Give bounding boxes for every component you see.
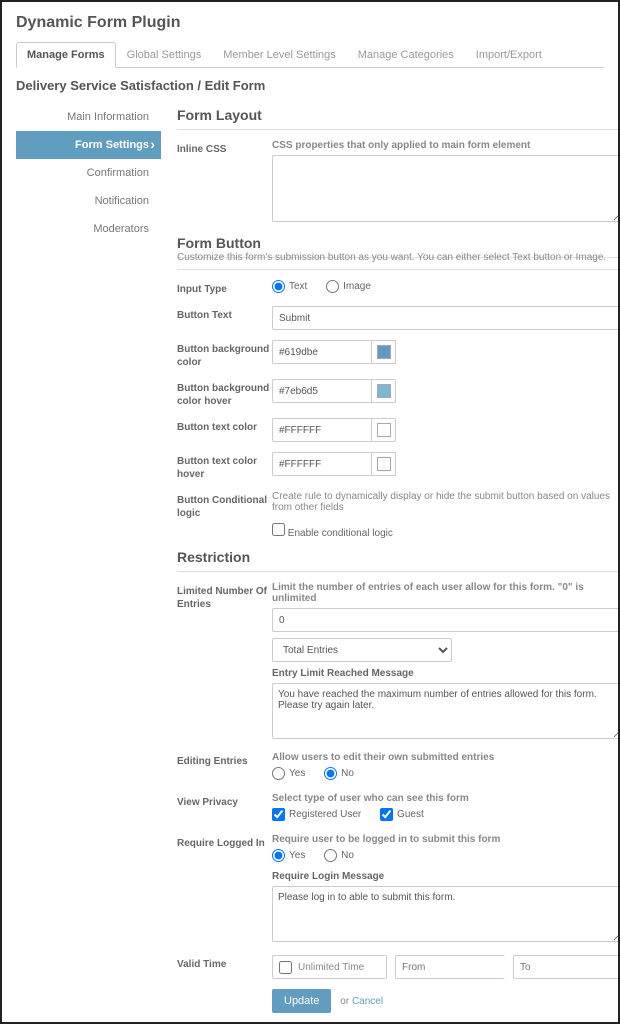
privacy-registered-checkbox[interactable]	[272, 808, 285, 821]
text-color-swatch[interactable]	[372, 418, 396, 442]
text-hover-swatch[interactable]	[372, 452, 396, 476]
bg-hover-swatch[interactable]	[372, 379, 396, 403]
privacy-registered-option[interactable]: Registered User	[272, 808, 361, 821]
input-type-text-option[interactable]: Text	[272, 280, 307, 293]
require-login-yes-label: Yes	[289, 850, 305, 861]
input-type-text-radio[interactable]	[272, 280, 285, 293]
editing-no-radio[interactable]	[324, 767, 337, 780]
bg-color-swatch[interactable]	[372, 340, 396, 364]
bg-hover-input[interactable]	[272, 379, 372, 403]
text-hover-input[interactable]	[272, 452, 372, 476]
inline-css-hint: CSS properties that only applied to main…	[272, 140, 620, 151]
sidebar-item-confirmation[interactable]: Confirmation	[16, 159, 161, 187]
privacy-guest-label: Guest	[397, 809, 424, 820]
tab-import-export[interactable]: Import/Export	[465, 42, 553, 68]
section-form-button-subtitle: Customize this form's submission button …	[177, 252, 620, 270]
sidebar-item-form-settings[interactable]: Form Settings	[16, 131, 161, 159]
input-type-image-option[interactable]: Image	[326, 280, 371, 293]
tab-manage-forms[interactable]: Manage Forms	[16, 42, 116, 68]
section-restriction-title: Restriction	[177, 549, 620, 572]
unlimited-time-label: Unlimited Time	[298, 962, 364, 973]
conditional-hint: Create rule to dynamically display or hi…	[272, 491, 620, 513]
sidebar-item-moderators[interactable]: Moderators	[16, 215, 161, 243]
inline-css-label: Inline CSS	[177, 140, 272, 156]
breadcrumb: Delivery Service Satisfaction / Edit For…	[16, 78, 604, 93]
limit-type-select[interactable]: Total Entries	[272, 638, 452, 662]
tab-manage-categories[interactable]: Manage Categories	[347, 42, 465, 68]
valid-to-input[interactable]	[514, 956, 620, 978]
text-hover-label: Button text color hover	[177, 452, 272, 481]
editing-no-option[interactable]: No	[324, 767, 354, 780]
privacy-registered-label: Registered User	[289, 809, 361, 820]
require-login-yes-option[interactable]: Yes	[272, 849, 305, 862]
color-swatch-icon	[377, 345, 391, 359]
conditional-checkbox-wrap[interactable]: Enable conditional logic	[272, 528, 393, 539]
input-type-image-label: Image	[343, 281, 371, 292]
top-tabs: Manage Forms Global Settings Member Leve…	[16, 42, 604, 68]
privacy-hint: Select type of user who can see this for…	[272, 793, 620, 804]
bg-color-label: Button background color	[177, 340, 272, 369]
button-text-label: Button Text	[177, 306, 272, 322]
color-swatch-icon	[377, 457, 391, 471]
sidebar-item-main-information[interactable]: Main Information	[16, 103, 161, 131]
require-login-msg-label: Require Login Message	[272, 871, 620, 882]
conditional-label: Button Conditional logic	[177, 491, 272, 520]
sidebar-item-notification[interactable]: Notification	[16, 187, 161, 215]
tab-global-settings[interactable]: Global Settings	[116, 42, 213, 68]
require-login-label: Require Logged In	[177, 834, 272, 850]
bg-color-input[interactable]	[272, 340, 372, 364]
require-login-no-label: No	[341, 850, 354, 861]
valid-time-label: Valid Time	[177, 955, 272, 971]
require-login-hint: Require user to be logged in to submit t…	[272, 834, 620, 845]
tab-member-level-settings[interactable]: Member Level Settings	[212, 42, 347, 68]
input-type-image-radio[interactable]	[326, 280, 339, 293]
color-swatch-icon	[377, 423, 391, 437]
page-title: Dynamic Form Plugin	[16, 14, 604, 32]
input-type-label: Input Type	[177, 280, 272, 296]
text-color-label: Button text color	[177, 418, 272, 434]
privacy-guest-checkbox[interactable]	[380, 808, 393, 821]
editing-no-label: No	[341, 768, 354, 779]
sidebar: Main Information Form Settings Confirmat…	[16, 103, 161, 1023]
or-cancel-text: or Cancel	[340, 996, 383, 1007]
unlimited-time-checkbox[interactable]	[279, 961, 292, 974]
input-type-text-label: Text	[289, 281, 307, 292]
require-login-msg-textarea[interactable]: Please log in to able to submit this for…	[272, 886, 620, 942]
require-login-no-radio[interactable]	[324, 849, 337, 862]
require-login-yes-radio[interactable]	[272, 849, 285, 862]
conditional-checkbox-label: Enable conditional logic	[288, 528, 393, 539]
cancel-link[interactable]: Cancel	[352, 996, 383, 1007]
unlimited-time-wrap[interactable]: Unlimited Time	[272, 955, 387, 979]
privacy-guest-option[interactable]: Guest	[380, 808, 424, 821]
button-text-input[interactable]	[272, 306, 620, 330]
section-form-layout-title: Form Layout	[177, 107, 620, 130]
valid-to-wrap[interactable]	[513, 955, 620, 979]
color-swatch-icon	[377, 384, 391, 398]
limit-input[interactable]	[272, 608, 620, 632]
limit-label: Limited Number Of Entries	[177, 582, 272, 611]
conditional-checkbox[interactable]	[272, 523, 285, 536]
limit-hint: Limit the number of entries of each user…	[272, 582, 620, 604]
require-login-no-option[interactable]: No	[324, 849, 354, 862]
privacy-label: View Privacy	[177, 793, 272, 809]
inline-css-textarea[interactable]	[272, 155, 620, 222]
bg-hover-label: Button background color hover	[177, 379, 272, 408]
editing-label: Editing Entries	[177, 752, 272, 768]
limit-msg-textarea[interactable]: You have reached the maximum number of e…	[272, 683, 620, 739]
update-button[interactable]: Update	[272, 989, 331, 1013]
editing-yes-option[interactable]: Yes	[272, 767, 305, 780]
valid-from-wrap[interactable]	[395, 955, 505, 979]
editing-yes-label: Yes	[289, 768, 305, 779]
text-color-input[interactable]	[272, 418, 372, 442]
limit-msg-label: Entry Limit Reached Message	[272, 668, 620, 679]
editing-hint: Allow users to edit their own submitted …	[272, 752, 620, 763]
editing-yes-radio[interactable]	[272, 767, 285, 780]
